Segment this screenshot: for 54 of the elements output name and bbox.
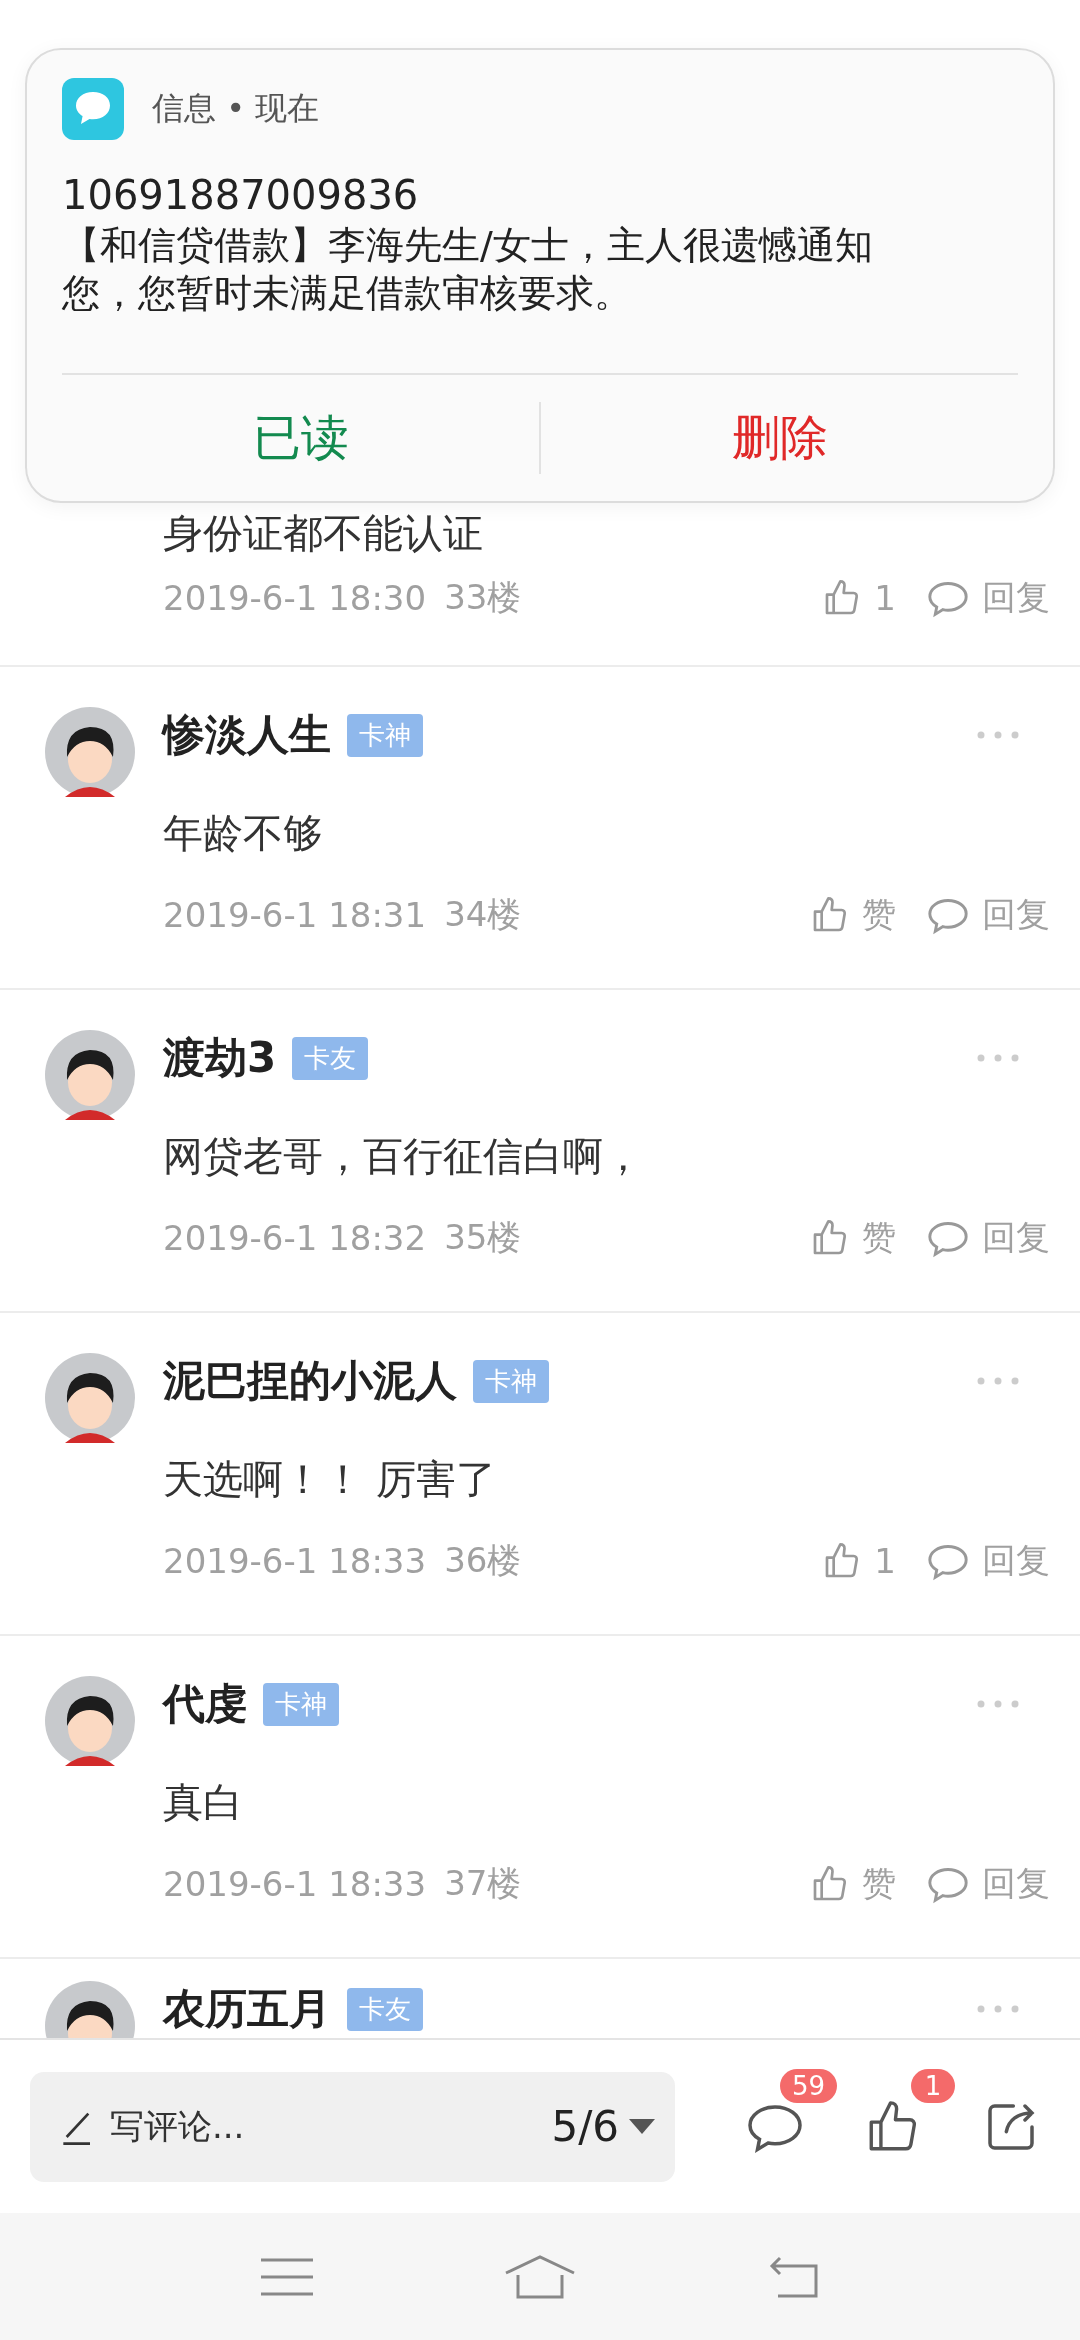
- dropdown-icon[interactable]: [629, 2118, 656, 2135]
- floor-number: 37楼: [444, 1862, 522, 1905]
- user-badge: 卡神: [347, 713, 423, 757]
- avatar[interactable]: [45, 707, 135, 797]
- comment-time: 2019-6-1 18:30: [163, 578, 427, 618]
- floor-number: 36楼: [444, 1539, 522, 1582]
- comment-text: 真白: [163, 1778, 244, 1827]
- message-app-icon: [62, 78, 124, 140]
- sender-number: 10691887009836: [62, 171, 420, 220]
- page-indicator[interactable]: 5/6: [551, 2102, 620, 2151]
- user-name[interactable]: 惨淡人生: [163, 707, 331, 763]
- like-label[interactable]: 1: [874, 1541, 896, 1581]
- user-badge: 卡神: [263, 1682, 339, 1726]
- floor-number: 34楼: [444, 893, 522, 936]
- comment-text: 网贷老哥，百行征信白啊，: [163, 1132, 644, 1181]
- reply-label[interactable]: 回复: [982, 1215, 1050, 1261]
- floor-number: 35楼: [444, 1216, 522, 1259]
- comment-field[interactable]: 写评论... 5/6: [30, 2071, 676, 2182]
- comment-text: 年龄不够: [163, 809, 324, 858]
- like-label[interactable]: 赞: [862, 1215, 896, 1261]
- reply-label[interactable]: 回复: [982, 1538, 1050, 1584]
- reply-label[interactable]: 回复: [982, 1861, 1050, 1907]
- notification-card[interactable]: 信息 • 现在 10691887009836 【和信贷借款】李海先生/女士，主人很遗憾通知您，您暂时未满足借款审核要求。 已读 删除: [25, 48, 1055, 503]
- count-badge: 1: [911, 2068, 956, 2103]
- comment-placeholder: 写评论...: [110, 2104, 245, 2148]
- avatar[interactable]: [45, 1676, 135, 1766]
- like-label[interactable]: 1: [874, 578, 896, 618]
- like-label[interactable]: 赞: [862, 1861, 896, 1907]
- reply-label[interactable]: 回复: [982, 575, 1050, 621]
- user-name[interactable]: 泥巴捏的小泥人: [163, 1353, 457, 1409]
- notification-action[interactable]: 已读: [62, 402, 539, 474]
- user-name[interactable]: 代虔: [163, 1676, 247, 1732]
- floor-number: 33楼: [444, 576, 522, 619]
- comment-time: 2019-6-1 18:31: [163, 895, 427, 935]
- user-name[interactable]: 农历五月: [163, 1981, 331, 2037]
- avatar[interactable]: [45, 1030, 135, 1120]
- count-badge: 59: [779, 2068, 838, 2103]
- notification-message: 【和信贷借款】李海先生/女士，主人很遗憾通知您，您暂时未满足借款审核要求。: [62, 222, 874, 317]
- avatar[interactable]: [45, 1353, 135, 1443]
- comment-text: 身份证都不能认证: [163, 509, 484, 558]
- reply-label[interactable]: 回复: [982, 892, 1050, 938]
- like-label[interactable]: 赞: [862, 892, 896, 938]
- comment-time: 2019-6-1 18:33: [163, 1864, 427, 1904]
- comment-text: 天选啊！！ 厉害了: [163, 1455, 497, 1504]
- user-badge: 卡友: [292, 1036, 369, 1080]
- home-icon: [504, 2254, 576, 2299]
- notification-header: 信息 • 现在: [152, 88, 320, 129]
- notification-action[interactable]: 删除: [541, 402, 1018, 474]
- comment-time: 2019-6-1 18:32: [163, 1218, 427, 1258]
- user-name[interactable]: 渡劫3: [163, 1030, 277, 1086]
- comment-time: 2019-6-1 18:33: [163, 1541, 427, 1581]
- menu-icon: [260, 2256, 313, 2297]
- user-badge: 卡神: [473, 1359, 549, 1403]
- user-badge: 卡友: [347, 1987, 423, 2031]
